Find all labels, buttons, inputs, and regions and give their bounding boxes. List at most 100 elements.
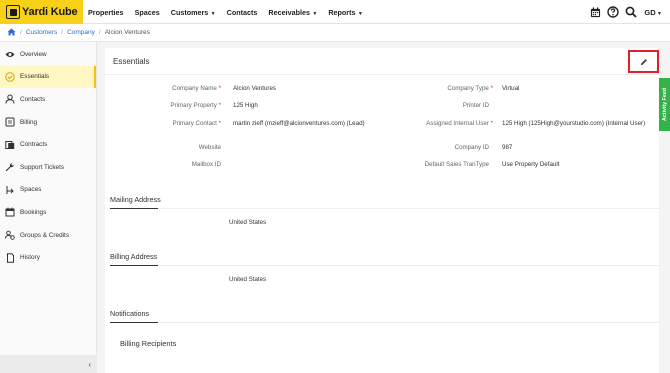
calendar-icon[interactable] (589, 6, 601, 18)
history-icon (5, 252, 15, 263)
sidebar-item-label: Spaces (20, 186, 42, 194)
contracts-icon (5, 140, 15, 150)
sidebar-item-billing[interactable]: Billing (0, 111, 96, 134)
section-divider (110, 322, 659, 323)
label-text: Primary Contact (172, 120, 217, 127)
pencil-icon (640, 58, 647, 65)
breadcrumb-separator: / (61, 29, 64, 36)
sidebar-item-label: Support Tickets (20, 163, 65, 171)
breadcrumb-customers[interactable]: Customers (26, 29, 57, 36)
eye-icon (5, 49, 15, 59)
sidebar-item-label: Essentials (20, 73, 50, 81)
primary-property-label: Primary Property * (125, 102, 221, 109)
calendar-icon (5, 207, 15, 217)
sidebar-item-support-tickets[interactable]: Support Tickets (0, 156, 96, 179)
printer-id-label: Printer ID (462, 102, 489, 109)
sidebar-item-contracts[interactable]: Contracts (0, 133, 96, 156)
required-marker: * (218, 102, 221, 109)
essentials-card: Essentials Company Name * Alcion Venture… (105, 48, 659, 373)
assigned-internal-user-label: Assigned Internal User * (395, 120, 493, 127)
company-type-label: Company Type * (395, 85, 493, 92)
sidebar-item-essentials[interactable]: Essentials (0, 65, 96, 89)
sidebar-item-groups-credits[interactable]: Groups & Credits (0, 224, 96, 247)
wrench-icon (5, 162, 15, 172)
logo-text: Yardi Kube (22, 6, 78, 18)
top-actions: GD ▼ (583, 0, 662, 24)
card-header: Essentials (105, 48, 659, 75)
caret-down-icon: ▼ (655, 10, 662, 17)
section-accent (110, 322, 158, 323)
sidebar-item-bookings[interactable]: Bookings (0, 201, 96, 224)
nav-item-properties[interactable]: Properties (88, 8, 124, 17)
nav-label: Receivables (268, 7, 310, 17)
label-text: Company Name (172, 85, 217, 92)
caret-down-icon: ▼ (209, 10, 216, 17)
default-sales-trantype-label: Default Sales TranType (424, 161, 489, 168)
activity-feed-label: Activity Feed (661, 88, 668, 121)
breadcrumb-separator: / (20, 29, 22, 36)
sidebar-item-label: Billing (20, 118, 38, 126)
sidebar-item-history[interactable]: History (0, 246, 96, 269)
page-title: Essentials (113, 57, 150, 66)
section-divider (110, 265, 659, 266)
chevron-left-icon: ‹ (88, 359, 91, 369)
nav-label: Contacts (226, 7, 258, 17)
label-text: Primary Property (170, 102, 217, 109)
logo[interactable]: Yardi Kube (0, 0, 83, 24)
edit-button[interactable] (628, 50, 659, 73)
required-marker: * (218, 85, 221, 92)
company-type-value: Virtual (502, 85, 520, 92)
section-accent (110, 208, 158, 209)
groups-icon (5, 230, 15, 240)
sidebar-item-contacts[interactable]: Contacts (0, 88, 96, 111)
nav-item-customers[interactable]: Customers ▼ (171, 8, 216, 17)
sidebar: Overview Essentials Contacts Billing Con… (0, 42, 97, 373)
mailbox-id-label: Mailbox ID (191, 161, 221, 168)
section-accent (110, 265, 158, 266)
user-menu[interactable]: GD ▼ (644, 8, 662, 17)
label-text: Assigned Internal User (426, 120, 489, 127)
sidebar-item-label: Bookings (20, 208, 47, 216)
required-marker: * (218, 120, 221, 127)
primary-contact-value: martin zieff (mzieff@alcionventures.com)… (233, 120, 365, 127)
sidebar-item-spaces[interactable]: Spaces (0, 179, 96, 202)
nav-label: Customers (170, 7, 209, 17)
breadcrumb-company[interactable]: Company (67, 29, 95, 36)
billing-recipients-title: Billing Recipients (120, 339, 177, 348)
company-id-value: 987 (502, 144, 513, 151)
company-name-value: Alcion Ventures (233, 85, 276, 92)
section-divider (110, 208, 659, 209)
sidebar-collapse-button[interactable]: ‹ (0, 355, 97, 373)
nav-item-receivables[interactable]: Receivables ▼ (268, 8, 317, 17)
sidebar-item-label: Contacts (20, 95, 46, 103)
label-text: Company Type (447, 85, 489, 92)
mailing-country: United States (229, 219, 267, 226)
sidebar-item-overview[interactable]: Overview (0, 43, 96, 66)
required-marker: * (490, 85, 493, 92)
breadcrumb: / Customers / Company / Alcion Ventures (0, 24, 670, 42)
required-marker: * (490, 120, 493, 127)
billing-country: United States (229, 276, 267, 283)
primary-contact-label: Primary Contact * (125, 120, 221, 127)
main-nav: Properties Spaces Customers ▼ Contacts R… (88, 0, 374, 24)
billing-address-title: Billing Address (110, 252, 158, 261)
home-icon[interactable] (7, 27, 16, 38)
notifications-title: Notifications (110, 309, 150, 318)
default-sales-trantype-value: Use Property Default (502, 161, 560, 168)
user-initials: GD (644, 7, 656, 17)
nav-item-reports[interactable]: Reports ▼ (328, 8, 363, 17)
primary-property-value: 125 High (233, 102, 258, 109)
nav-item-spaces[interactable]: Spaces (135, 8, 160, 17)
nav-label: Spaces (134, 7, 160, 17)
search-icon[interactable] (625, 6, 638, 18)
sidebar-item-label: Overview (20, 50, 47, 58)
activity-feed-tab[interactable]: Activity Feed (659, 78, 670, 131)
logo-mark-icon (6, 5, 20, 19)
billing-icon (5, 117, 15, 127)
nav-item-contacts[interactable]: Contacts (227, 8, 258, 17)
spaces-icon (5, 185, 15, 195)
company-id-label: Company ID (454, 144, 489, 151)
help-icon[interactable] (607, 6, 620, 18)
company-name-label: Company Name * (125, 85, 221, 92)
check-circle-icon (5, 72, 15, 82)
